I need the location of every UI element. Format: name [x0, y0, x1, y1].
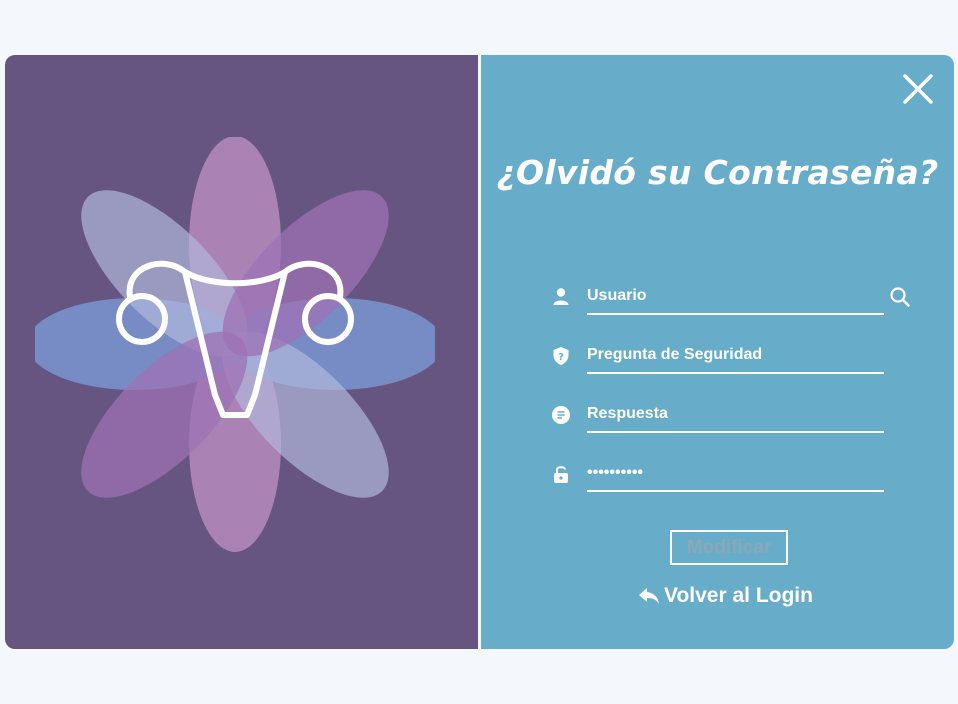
svg-text:?: ?	[558, 352, 564, 363]
search-icon[interactable]	[889, 286, 911, 308]
uterus-flower-logo	[35, 137, 435, 552]
back-to-login-link[interactable]: Volver al Login	[638, 583, 813, 609]
usuario-field	[551, 279, 886, 319]
pregunta-input[interactable]	[587, 338, 884, 374]
left-panel	[5, 55, 478, 649]
password-input[interactable]	[587, 456, 884, 492]
respuesta-input[interactable]	[587, 397, 884, 433]
right-panel: ¿Olvidó su Contraseña? ?	[481, 55, 954, 649]
recovery-window: ¿Olvidó su Contraseña? ?	[5, 55, 954, 649]
shield-question-icon: ?	[553, 347, 569, 365]
document-icon	[552, 406, 570, 424]
back-to-login-label: Volver al Login	[664, 584, 813, 607]
password-field	[551, 456, 886, 496]
respuesta-field	[551, 397, 886, 437]
modify-button[interactable]: Modificar	[670, 530, 788, 565]
lock-icon	[554, 466, 568, 483]
close-icon[interactable]	[902, 73, 934, 105]
pregunta-field: ?	[551, 338, 886, 378]
user-icon	[553, 288, 569, 305]
usuario-input[interactable]	[587, 279, 884, 315]
page-title: ¿Olvidó su Contraseña?	[496, 153, 939, 192]
reply-arrow-icon	[639, 588, 659, 604]
